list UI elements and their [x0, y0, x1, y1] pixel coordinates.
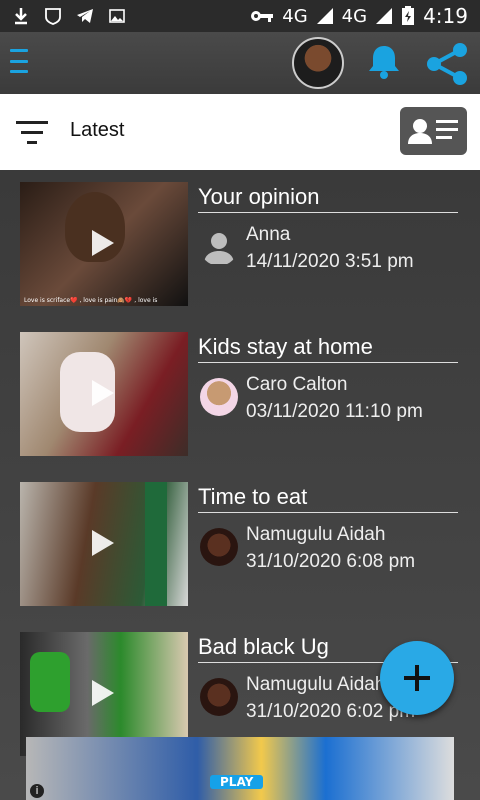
- telegram-icon: [77, 9, 93, 23]
- user-avatar: [200, 678, 238, 716]
- play-icon: [92, 530, 114, 556]
- post-author: Anna: [246, 224, 291, 245]
- post-title: Time to eat: [198, 484, 458, 513]
- add-post-button[interactable]: [380, 641, 454, 715]
- sort-label: Latest: [70, 119, 125, 141]
- image-icon: [109, 9, 125, 23]
- app-bar: [0, 32, 480, 94]
- signal-icon: [316, 8, 333, 24]
- signal-icon-2: [376, 8, 393, 24]
- list-item[interactable]: Love is scriface❤️ , love is pain🙈💔 , lo…: [20, 170, 460, 306]
- video-thumbnail[interactable]: [20, 332, 188, 456]
- post-title: Kids stay at home: [198, 334, 458, 363]
- user-avatar: [200, 528, 238, 566]
- video-thumbnail[interactable]: [20, 482, 188, 606]
- list-item[interactable]: Kids stay at home Caro Calton 03/11/2020…: [20, 320, 460, 456]
- battery-icon: [402, 6, 415, 25]
- post-date: 31/10/2020 6:02 pm: [246, 701, 416, 722]
- play-icon: [92, 380, 114, 406]
- post-title: Your opinion: [198, 184, 458, 213]
- play-icon: [92, 680, 114, 706]
- filter-bar: Latest: [0, 94, 480, 170]
- user-avatar: [200, 378, 238, 416]
- contact-card-button[interactable]: [400, 107, 467, 155]
- hamburger-icon[interactable]: [10, 49, 28, 73]
- post-author: Namugulu Aidah: [246, 524, 386, 545]
- post-date: 03/11/2020 11:10 pm: [246, 401, 423, 422]
- download-icon: [15, 8, 27, 25]
- profile-avatar[interactable]: [292, 37, 344, 89]
- network-type-label-2: 4G: [341, 5, 368, 27]
- ad-banner[interactable]: PLAY i: [26, 737, 454, 800]
- shield-icon: [45, 8, 61, 25]
- bell-icon[interactable]: [364, 42, 404, 82]
- post-author: Namugulu Aidah: [246, 674, 386, 695]
- network-type-label: 4G: [282, 5, 308, 27]
- post-author: Caro Calton: [246, 374, 348, 395]
- ad-play-button[interactable]: PLAY: [210, 775, 264, 789]
- list-item[interactable]: Time to eat Namugulu Aidah 31/10/2020 6:…: [20, 470, 460, 606]
- user-avatar-icon: [200, 228, 238, 266]
- video-caption: Love is scriface❤️ , love is pain🙈💔 , lo…: [24, 297, 158, 304]
- key-icon: [251, 11, 274, 22]
- share-icon[interactable]: [424, 42, 470, 86]
- video-thumbnail[interactable]: Love is scriface❤️ , love is pain🙈💔 , lo…: [20, 182, 188, 306]
- filter-icon[interactable]: [16, 121, 48, 145]
- ad-info-icon[interactable]: i: [30, 784, 44, 798]
- post-date: 14/11/2020 3:51 pm: [246, 251, 414, 272]
- play-icon: [92, 230, 114, 256]
- post-date: 31/10/2020 6:08 pm: [246, 551, 416, 572]
- contact-card-icon: [408, 119, 458, 144]
- status-bar: 4G 4G 4:19: [0, 0, 480, 32]
- clock: 4:19: [423, 4, 468, 28]
